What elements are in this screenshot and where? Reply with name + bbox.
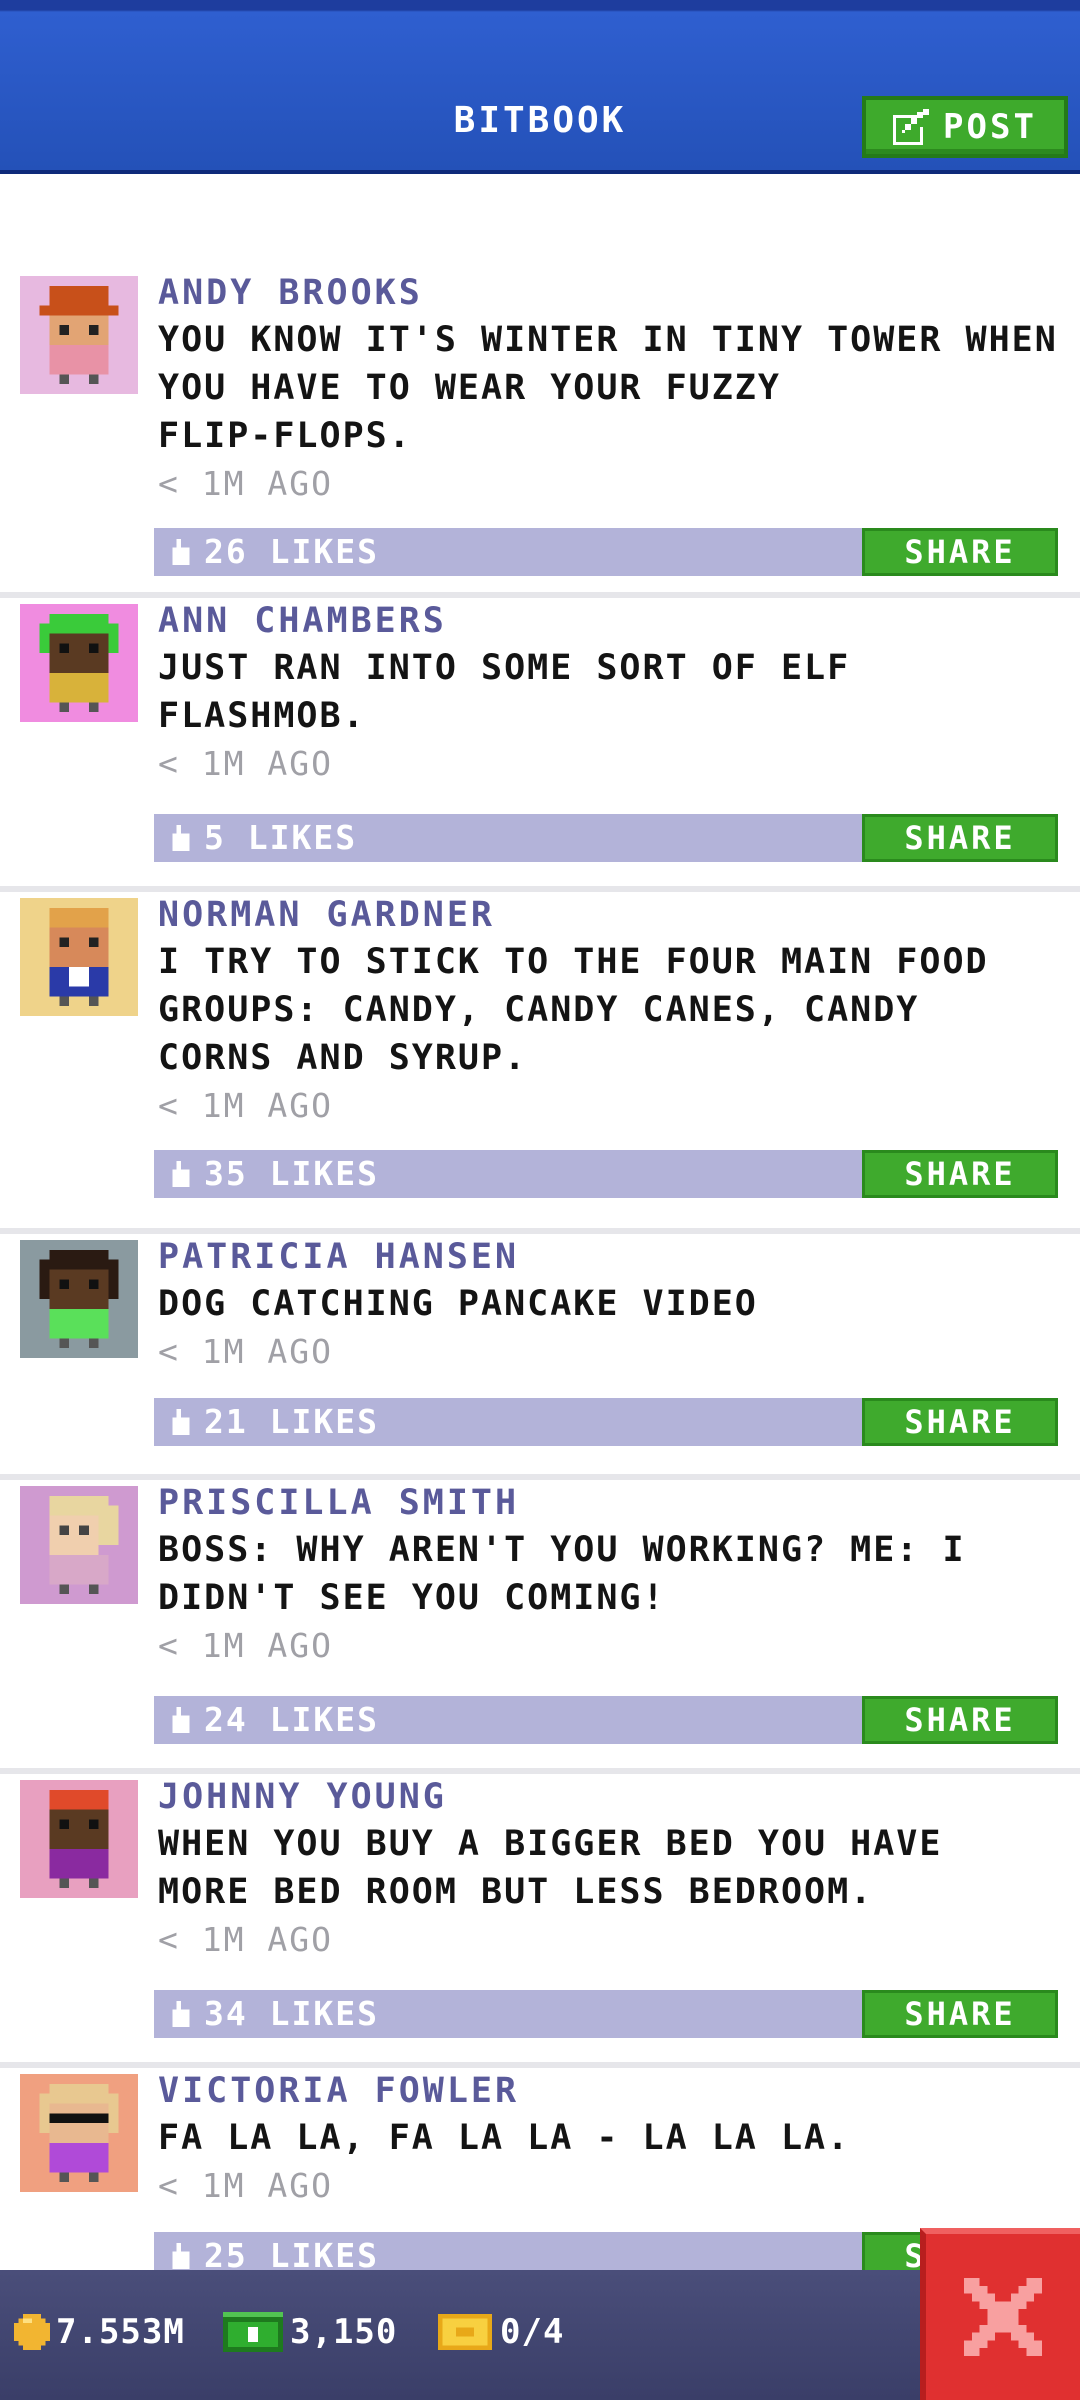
post-text: DIDN'T SEE YOU COMING! [158, 1578, 666, 1618]
bux-counter: 3,150 [222, 2312, 397, 2352]
coins-value: 7.553M [56, 2312, 185, 2352]
post-text: WHEN YOU BUY A BIGGER BED YOU HAVE [158, 1824, 943, 1864]
avatar [20, 1780, 138, 1898]
avatar [20, 1486, 138, 1604]
close-icon [964, 2278, 1042, 2356]
post-item: PRISCILLA SMITH BOSS: WHY AREN'T YOU WOR… [0, 1480, 1080, 1774]
avatar [20, 604, 138, 722]
thumbs-up-icon [172, 825, 190, 851]
avatar [20, 1240, 138, 1358]
thumbs-up-icon [172, 1161, 190, 1187]
share-button[interactable]: SHARE [862, 1990, 1058, 2038]
thumbs-up-icon [172, 2243, 190, 2269]
edit-icon [893, 109, 930, 145]
post-text: YOU KNOW IT'S WINTER IN TINY TOWER WHEN [158, 320, 1058, 360]
tickets-counter: 0/4 [436, 2312, 564, 2352]
post-text: JUST RAN INTO SOME SORT OF ELF [158, 648, 851, 688]
coin-icon [14, 2314, 50, 2350]
post-timestamp: < 1M AGO [158, 2166, 333, 2205]
post-author[interactable]: VICTORIA FOWLER [158, 2068, 1063, 2114]
thumbs-up-icon [172, 1409, 190, 1435]
post-author[interactable]: NORMAN GARDNER [158, 892, 1063, 938]
coins-counter: 7.553M [14, 2312, 185, 2352]
likes-bar: 21 LIKES SHARE [154, 1398, 1058, 1446]
post-item: ANN CHAMBERS JUST RAN INTO SOME SORT OF … [0, 598, 1080, 892]
thumbs-up-icon [172, 539, 190, 565]
share-button[interactable]: SHARE [862, 528, 1058, 576]
likes-count: 24 LIKES [204, 1700, 379, 1739]
post-text: CORNS AND SYRUP. [158, 1038, 528, 1078]
likes-bar: 35 LIKES SHARE [154, 1150, 1058, 1198]
post-item: PATRICIA HANSEN DOG CATCHING PANCAKE VID… [0, 1234, 1080, 1480]
post-text: DOG CATCHING PANCAKE VIDEO [158, 1284, 758, 1324]
post-text: MORE BED ROOM BUT LESS BEDROOM. [158, 1872, 874, 1912]
avatar [20, 2074, 138, 2192]
likes-count: 21 LIKES [204, 1402, 379, 1441]
tickets-value: 0/4 [500, 2312, 565, 2352]
avatar [20, 898, 138, 1016]
likes-count: 34 LIKES [204, 1994, 379, 2033]
post-author[interactable]: PRISCILLA SMITH [158, 1480, 1063, 1526]
likes-bar: 26 LIKES SHARE [154, 528, 1058, 576]
post-timestamp: < 1M AGO [158, 1626, 333, 1665]
post-text: YOU HAVE TO WEAR YOUR FUZZY [158, 368, 781, 408]
share-button[interactable]: SHARE [862, 1398, 1058, 1446]
ticket-icon [438, 2314, 492, 2350]
likes-bar: 34 LIKES SHARE [154, 1990, 1058, 2038]
feed: ANDY BROOKS YOU KNOW IT'S WINTER IN TINY… [0, 270, 1080, 2308]
post-author[interactable]: ANDY BROOKS [158, 270, 1063, 316]
likes-count: 5 LIKES [204, 818, 358, 857]
post-timestamp: < 1M AGO [158, 1920, 333, 1959]
post-text: I TRY TO STICK TO THE FOUR MAIN FOOD [158, 942, 989, 982]
likes-bar: 5 LIKES SHARE [154, 814, 1058, 862]
post-item: NORMAN GARDNER I TRY TO STICK TO THE FOU… [0, 892, 1080, 1234]
post-timestamp: < 1M AGO [158, 1086, 333, 1125]
post-timestamp: < 1M AGO [158, 744, 333, 783]
post-item: ANDY BROOKS YOU KNOW IT'S WINTER IN TINY… [0, 270, 1080, 598]
post-text: GROUPS: CANDY, CANDY CANES, CANDY [158, 990, 920, 1030]
post-button[interactable]: POST [862, 96, 1068, 158]
share-button[interactable]: SHARE [862, 814, 1058, 862]
post-text: FA LA LA, FA LA LA - LA LA LA. [158, 2118, 851, 2158]
top-bar: BITBOOK POST [0, 0, 1080, 174]
likes-bar: 24 LIKES SHARE [154, 1696, 1058, 1744]
avatar [20, 276, 138, 394]
post-text: FLIP-FLOPS. [158, 416, 412, 456]
close-button[interactable] [920, 2228, 1080, 2400]
post-button-label: POST [943, 107, 1037, 147]
post-timestamp: < 1M AGO [158, 464, 333, 503]
post-author[interactable]: ANN CHAMBERS [158, 598, 1063, 644]
share-button[interactable]: SHARE [862, 1150, 1058, 1198]
share-button[interactable]: SHARE [862, 1696, 1058, 1744]
likes-count: 35 LIKES [204, 1154, 379, 1193]
post-author[interactable]: JOHNNY YOUNG [158, 1774, 1063, 1820]
post-item: JOHNNY YOUNG WHEN YOU BUY A BIGGER BED Y… [0, 1774, 1080, 2068]
thumbs-up-icon [172, 1707, 190, 1733]
post-text: FLASHMOB. [158, 696, 366, 736]
post-text: BOSS: WHY AREN'T YOU WORKING? ME: I [158, 1530, 966, 1570]
likes-count: 26 LIKES [204, 532, 379, 571]
bux-icon [223, 2312, 283, 2352]
bux-value: 3,150 [290, 2312, 398, 2352]
thumbs-up-icon [172, 2001, 190, 2027]
bottom-status-bar: 7.553M 3,150 0/4 [0, 2270, 1080, 2400]
post-author[interactable]: PATRICIA HANSEN [158, 1234, 1063, 1280]
post-timestamp: < 1M AGO [158, 1332, 333, 1371]
